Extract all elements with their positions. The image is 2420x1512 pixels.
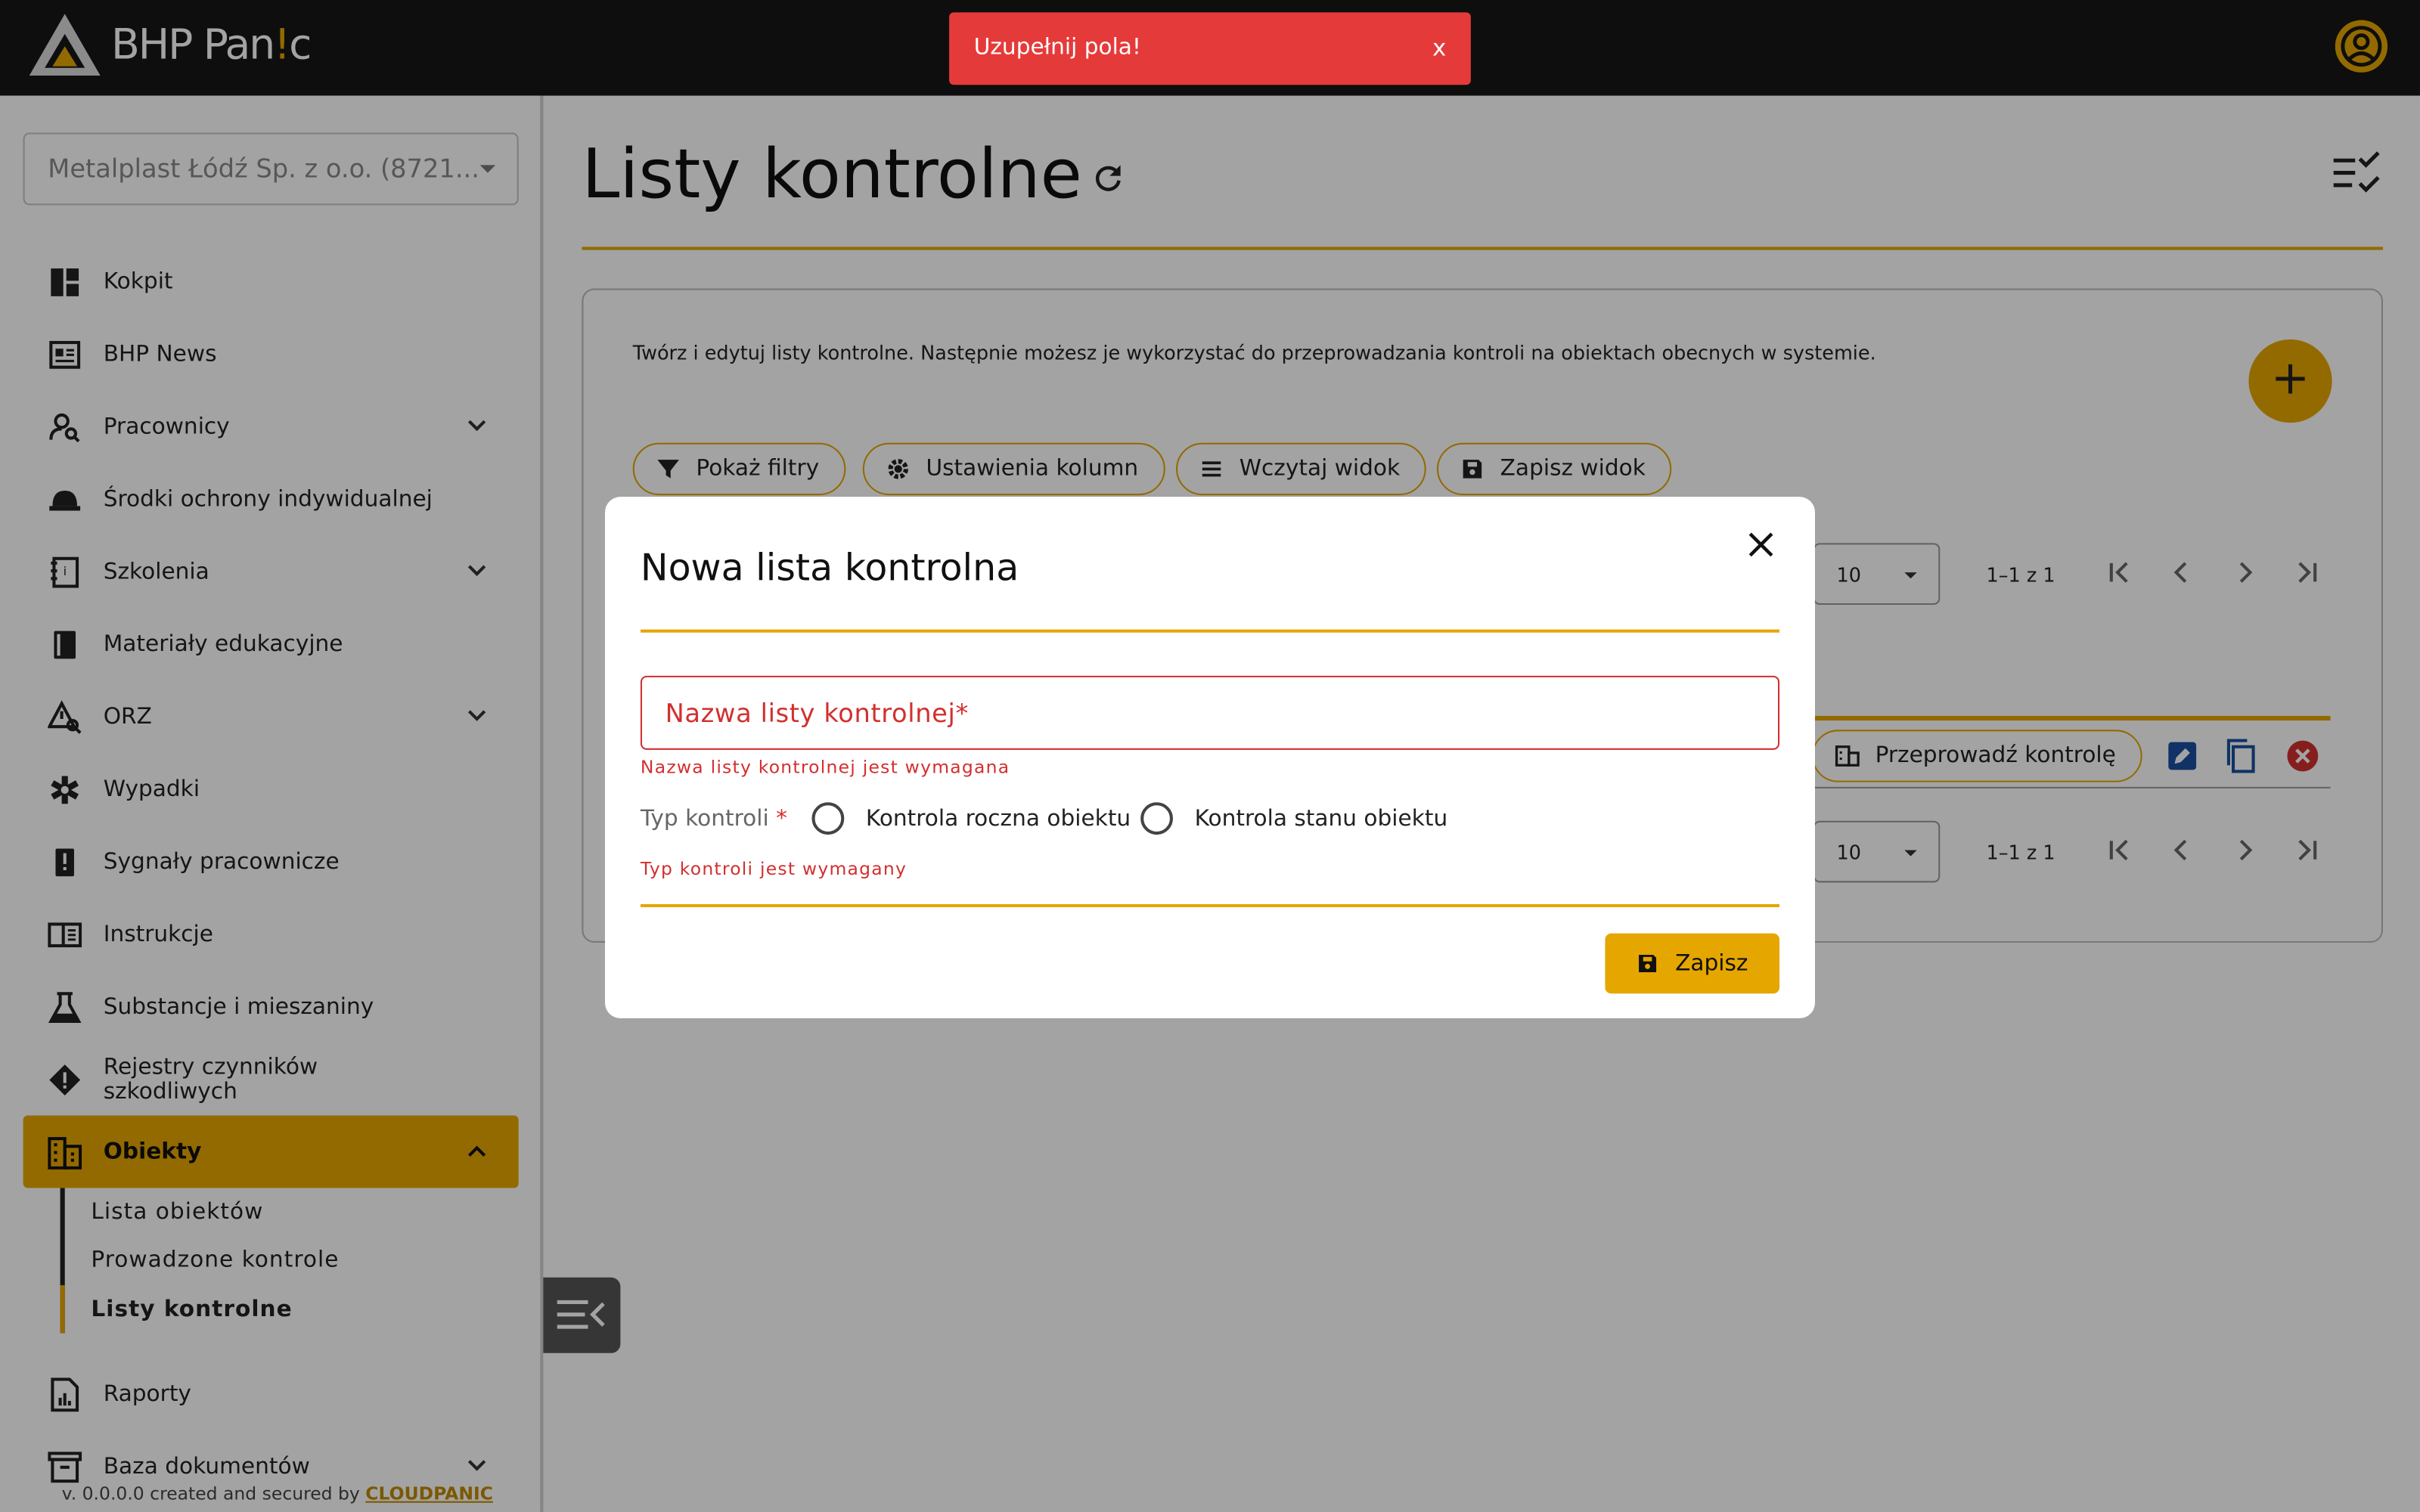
radio-label: Kontrola roczna obiektu: [865, 806, 1131, 831]
toast-close-button[interactable]: x: [1432, 34, 1446, 62]
dialog-title: Nowa lista kontrolna: [640, 546, 1019, 590]
radio-label: Kontrola stanu obiektu: [1194, 806, 1448, 831]
button-label: Zapisz: [1675, 951, 1748, 976]
checklist-name-input[interactable]: Nazwa listy kontrolnej*: [640, 675, 1780, 750]
dialog-divider: [640, 629, 1780, 633]
radio-circle[interactable]: [811, 802, 845, 835]
control-type-label: Typ kontroli *: [640, 807, 787, 832]
name-error-message: Nazwa listy kontrolnej jest wymagana: [640, 755, 1010, 778]
error-toast: Uzupełnij pola! x: [949, 12, 1471, 85]
close-icon[interactable]: [1747, 531, 1775, 559]
type-error-message: Typ kontroli jest wymagany: [640, 857, 908, 880]
radio-condition-inspection[interactable]: Kontrola stanu obiektu: [1140, 802, 1447, 835]
save-button[interactable]: Zapisz: [1605, 933, 1780, 994]
save-icon: [1639, 955, 1657, 972]
radio-circle[interactable]: [1140, 802, 1174, 835]
new-checklist-dialog: Nowa lista kontrolna Nazwa listy kontrol…: [604, 497, 1815, 1018]
radio-annual-inspection[interactable]: Kontrola roczna obiektu: [811, 802, 1131, 835]
dialog-footer-divider: [640, 903, 1780, 907]
toast-message: Uzupełnij pola!: [973, 35, 1141, 60]
